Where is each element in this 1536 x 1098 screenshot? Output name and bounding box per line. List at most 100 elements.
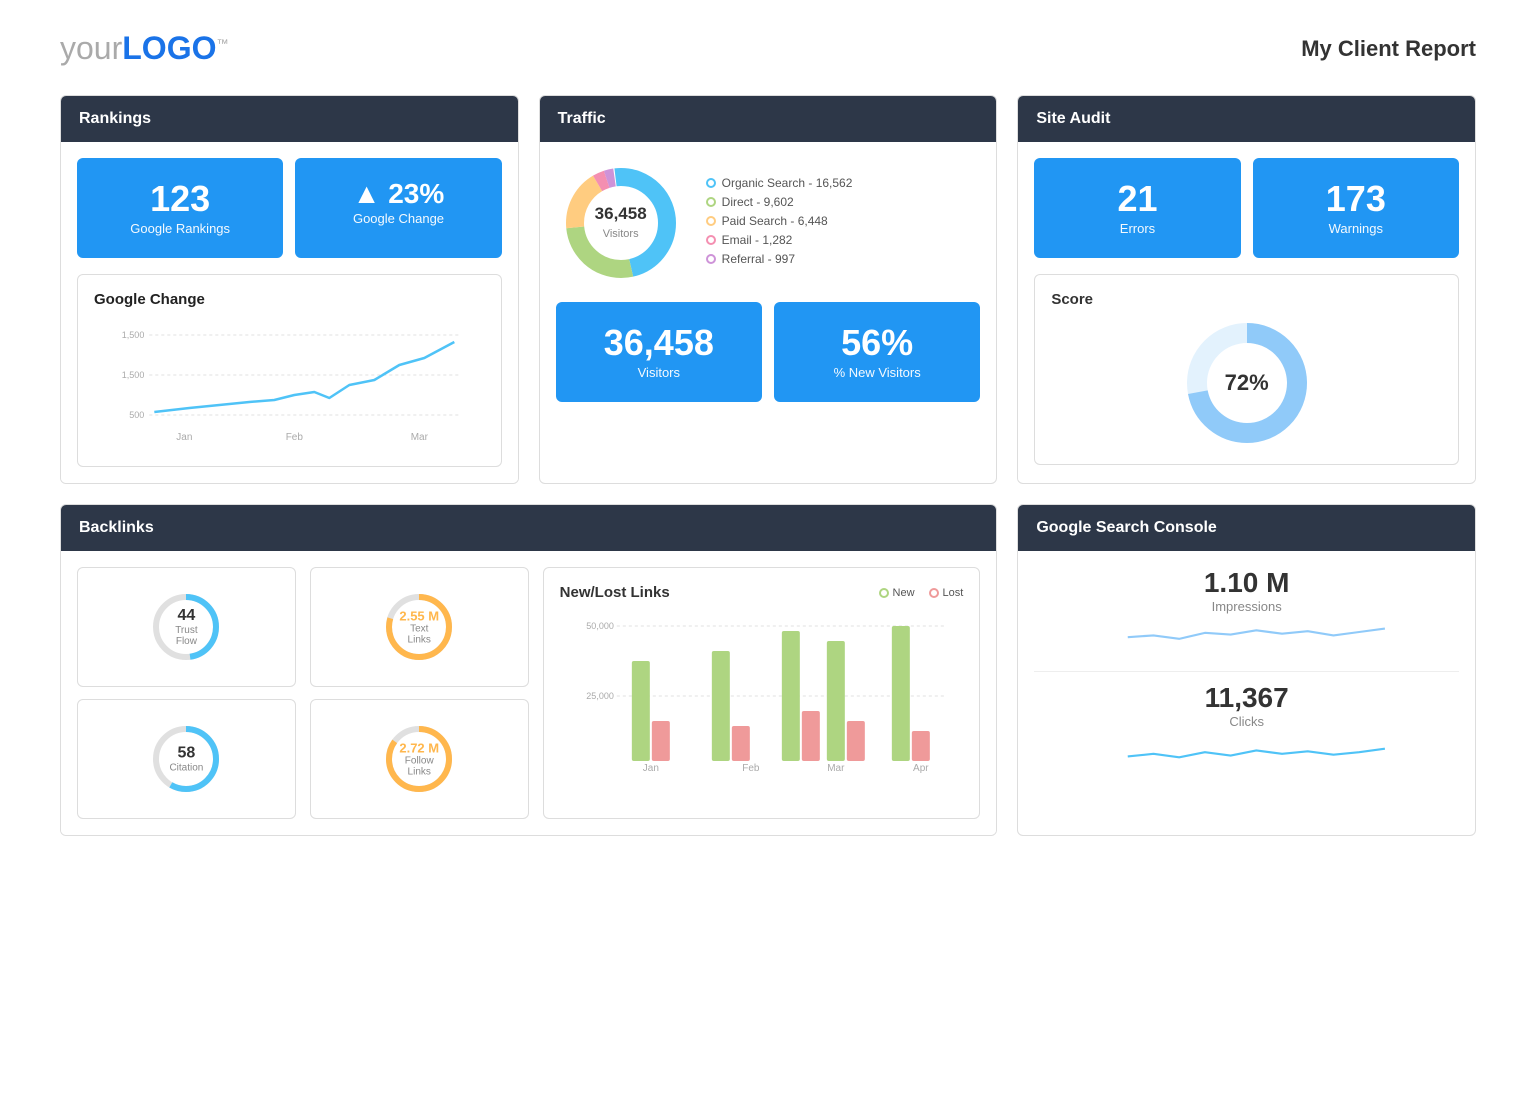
donut-center-text: 36,458 Visitors [588, 204, 653, 242]
logo-bold: LOGO [122, 30, 216, 66]
impressions-metric: 1.10 M Impressions [1034, 567, 1459, 655]
donut-center-label: Visitors [603, 228, 639, 240]
legend-new: New [879, 587, 915, 599]
google-rankings-box: 123 Google Rankings [77, 158, 283, 258]
organic-dot [706, 178, 716, 188]
legend-lost: Lost [929, 587, 964, 599]
traffic-section: Traffic [539, 95, 998, 484]
citation-ring: 58 Citation [146, 719, 226, 799]
citation-value: 58 [169, 745, 203, 763]
paid-label: Paid Search - 6,448 [722, 214, 828, 228]
new-visitors-box: 56% % New Visitors [774, 302, 980, 402]
new-visitors-value: 56% [790, 322, 964, 364]
bar-chart-svg: 50,000 25,000 [560, 611, 964, 781]
trust-flow-ring: 44 Trust Flow [146, 587, 226, 667]
svg-text:500: 500 [129, 410, 144, 420]
rankings-header: Rankings [61, 96, 518, 142]
follow-links-value: 2.72 M [399, 741, 439, 756]
referral-label: Referral - 997 [722, 252, 795, 266]
clicks-value: 11,367 [1034, 682, 1459, 714]
svg-text:Feb: Feb [742, 763, 760, 774]
email-dot [706, 235, 716, 245]
visitors-box: 36,458 Visitors [556, 302, 762, 402]
errors-value: 21 [1050, 178, 1224, 220]
site-audit-section: Site Audit 21 Errors 173 Warnings Score [1017, 95, 1476, 484]
backlinks-metrics-col2: 2.55 M Text Links 2.72 M [310, 567, 529, 819]
impressions-label: Impressions [1034, 599, 1459, 614]
warnings-box: 173 Warnings [1253, 158, 1459, 258]
svg-text:1,500: 1,500 [122, 370, 145, 380]
referral-dot [706, 254, 716, 264]
follow-links-card: 2.72 M Follow Links [310, 699, 529, 819]
rankings-stats: 123 Google Rankings ▲ 23% Google Change [77, 158, 502, 258]
lost-dot [929, 588, 939, 598]
logo-text: your [60, 30, 122, 66]
google-change-label: Google Change [353, 211, 444, 226]
paid-dot [706, 216, 716, 226]
citation-label: Citation [169, 763, 203, 774]
logo: yourLOGO™ [60, 30, 228, 67]
backlinks-metrics-col1: 44 Trust Flow 58 [77, 567, 296, 819]
impressions-value: 1.10 M [1034, 567, 1459, 599]
new-dot [879, 588, 889, 598]
line-chart-svg: 1,500 1,500 500 Jan Feb Mar [94, 320, 485, 450]
site-audit-header: Site Audit [1018, 96, 1475, 142]
site-audit-stats: 21 Errors 173 Warnings [1034, 158, 1459, 258]
citation-card: 58 Citation [77, 699, 296, 819]
svg-text:Jan: Jan [176, 432, 192, 443]
svg-text:50,000: 50,000 [586, 621, 614, 631]
clicks-label: Clicks [1034, 714, 1459, 729]
score-donut-wrapper: 72% [1182, 318, 1312, 448]
gsc-section: Google Search Console 1.10 M Impressions… [1017, 504, 1476, 836]
bar-chart-title: New/Lost Links [560, 584, 670, 601]
email-label: Email - 1,282 [722, 233, 793, 247]
backlinks-section: Backlinks 44 Trust Flow [60, 504, 997, 836]
text-links-card: 2.55 M Text Links [310, 567, 529, 687]
legend-new-label: New [893, 587, 915, 599]
trust-flow-center: 44 Trust Flow [166, 607, 206, 647]
legend-item-referral: Referral - 997 [706, 252, 853, 266]
legend-lost-label: Lost [943, 587, 964, 599]
svg-text:Feb: Feb [286, 432, 304, 443]
score-center: 72% [1225, 370, 1269, 396]
visitors-value: 36,458 [572, 322, 746, 364]
svg-text:Jan: Jan [642, 763, 658, 774]
donut-center-value: 36,458 [595, 204, 647, 223]
trust-flow-label: Trust Flow [166, 625, 206, 647]
line-chart-container: 1,500 1,500 500 Jan Feb Mar [94, 320, 485, 450]
trust-flow-value: 44 [166, 607, 206, 625]
backlinks-body-outer: 44 Trust Flow 58 [61, 551, 996, 835]
backlinks-header: Backlinks [61, 505, 996, 551]
logo-tm: ™ [216, 36, 228, 50]
bar-legend: New Lost [879, 587, 964, 599]
svg-text:1,500: 1,500 [122, 330, 145, 340]
gsc-header: Google Search Console [1018, 505, 1475, 551]
text-links-center: 2.55 M Text Links [399, 609, 439, 646]
google-change-value: ▲ 23% [311, 178, 485, 210]
report-title: My Client Report [1301, 36, 1476, 62]
legend-item-email: Email - 1,282 [706, 233, 853, 247]
clicks-metric: 11,367 Clicks [1034, 682, 1459, 770]
text-links-value: 2.55 M [399, 609, 439, 624]
new-lost-links-card: New/Lost Links New Lost [543, 567, 981, 819]
traffic-header: Traffic [540, 96, 997, 142]
backlinks-body: 44 Trust Flow 58 [77, 567, 980, 819]
impressions-sparkline [1044, 620, 1469, 650]
follow-links-label: Follow Links [399, 756, 439, 778]
direct-dot [706, 197, 716, 207]
traffic-legend: Organic Search - 16,562 Direct - 9,602 P… [706, 176, 853, 271]
traffic-donut-section: 36,458 Visitors Organic Search - 16,562 … [556, 158, 981, 288]
score-card: Score 72% [1034, 274, 1459, 465]
warnings-label: Warnings [1329, 221, 1383, 236]
rankings-section: Rankings 123 Google Rankings ▲ 23% Googl… [60, 95, 519, 484]
svg-text:Mar: Mar [827, 763, 845, 774]
rankings-body: 123 Google Rankings ▲ 23% Google Change … [61, 142, 518, 483]
traffic-body: 36,458 Visitors Organic Search - 16,562 … [540, 142, 997, 418]
traffic-bottom-stats: 36,458 Visitors 56% % New Visitors [556, 302, 981, 402]
citation-center: 58 Citation [169, 745, 203, 774]
legend-item-direct: Direct - 9,602 [706, 195, 853, 209]
google-change-box: ▲ 23% Google Change [295, 158, 501, 258]
text-links-label: Text Links [399, 624, 439, 646]
chart-card-title: Google Change [94, 291, 485, 308]
trust-flow-card: 44 Trust Flow [77, 567, 296, 687]
